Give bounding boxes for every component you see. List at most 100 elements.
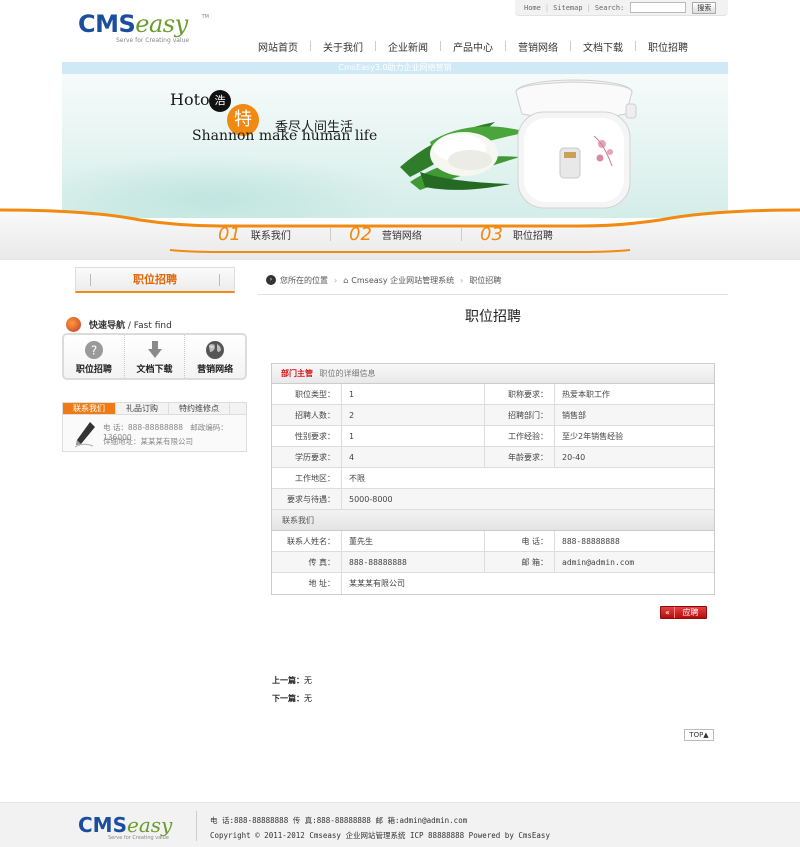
field-label: 工作地区： xyxy=(272,468,342,488)
contact-tab-repair[interactable]: 特约维修点 xyxy=(169,403,230,414)
field-value: 2 xyxy=(342,405,485,425)
field-label: 年龄要求： xyxy=(485,447,555,467)
field-label: 工作经验： xyxy=(485,426,555,446)
table-row: 性别要求： 1 工作经验： 至少2年销售经验 xyxy=(272,426,714,447)
contact-tab-contact[interactable]: 联系我们 xyxy=(63,403,116,414)
table-row: 传 真： 888-88888888 邮 箱： admin@admin.com xyxy=(272,552,714,573)
footer-logo-cms: CMS xyxy=(78,813,127,837)
breadcrumb: › 您所在的位置 › ⌂ Cmseasy 企业网站管理系统 › 职位招聘 xyxy=(266,272,728,288)
field-value: 1 xyxy=(342,384,485,404)
field-label: 招聘人数： xyxy=(272,405,342,425)
apply-button[interactable]: « 应聘 xyxy=(660,606,707,619)
sidebar-contact-box: 联系我们 礼品订购 特约维修点 电 话：888-88888888 邮政编码：13… xyxy=(62,402,247,452)
feature-tabs: 01 联系我们 02 营销网络 03 职位招聘 xyxy=(200,222,600,246)
quick-nav-item-downloads[interactable]: 文档下载 xyxy=(125,335,186,378)
globe-icon xyxy=(206,341,225,359)
search-input[interactable] xyxy=(630,2,687,13)
footer-logo-easy: easy xyxy=(126,813,173,837)
pen-icon xyxy=(74,422,95,448)
breadcrumb-current: 职位招聘 xyxy=(469,275,502,285)
feature-tab-jobs[interactable]: 03 职位招聘 xyxy=(462,224,592,245)
quick-nav-subtitle: / Fast find xyxy=(127,320,172,331)
footer-copyright-line: Copyright © 2011-2012 Cmseasy 企业网站管理系统 I… xyxy=(210,831,550,840)
logo-tagline: Serve for Creating value xyxy=(116,37,190,44)
site-logo[interactable]: CMSeasy TM Serve for Creating value xyxy=(78,12,213,50)
page-title: 职位招聘 xyxy=(465,309,521,325)
table-row: 招聘人数： 2 招聘部门： 销售部 xyxy=(272,405,714,426)
location-arrow-icon: › xyxy=(266,275,276,285)
field-value: 5000-8000 xyxy=(349,495,393,504)
table-row: 学历要求： 4 年龄要求： 20-40 xyxy=(272,447,714,468)
breadcrumb-site-link[interactable]: Cmseasy 企业网站管理系统 xyxy=(351,275,454,286)
field-value: 董先生 xyxy=(342,531,485,551)
field-value: 4 xyxy=(342,447,485,467)
logo-brand-cms: CMS xyxy=(78,10,136,38)
field-value: 1 xyxy=(342,426,485,446)
footer-divider xyxy=(196,811,197,841)
footer-logo[interactable]: CMSeasy Serve for Creating value xyxy=(78,815,172,841)
field-value: 至少2年销售经验 xyxy=(562,432,624,441)
footer-contact-line: 电 话:888-88888888 传 真:888-88888888 邮 箱:ad… xyxy=(210,816,468,825)
quick-nav-item-jobs[interactable]: ? 职位招聘 xyxy=(64,335,125,378)
prev-label: 上一篇： xyxy=(272,676,304,685)
home-link[interactable]: Home xyxy=(524,4,541,12)
feature-tab-contact[interactable]: 01 联系我们 xyxy=(200,224,330,245)
feature-tab-network[interactable]: 02 营销网络 xyxy=(331,224,461,245)
tab-label: 营销网络 xyxy=(381,230,422,242)
job-detail-table: 部门主管 职位的详细信息 职位类型： 1 职称要求： 热爱本职工作 招聘人数： … xyxy=(271,363,715,595)
next-label: 下一篇： xyxy=(272,694,304,703)
field-label: 电 话： xyxy=(485,531,555,551)
nav-item-home[interactable]: 网站首页 xyxy=(246,39,310,54)
apply-button-label: 应聘 xyxy=(682,608,699,617)
question-icon: ? xyxy=(84,341,103,359)
table-row: 职位类型： 1 职称要求： 热爱本职工作 xyxy=(272,384,714,405)
contact-phone: 电 话：888-88888888 xyxy=(103,423,184,432)
contact-tab-gifts[interactable]: 礼品订购 xyxy=(116,403,169,414)
field-label: 联系人姓名： xyxy=(272,531,342,551)
field-value: 热爱本职工作 xyxy=(562,390,610,399)
tab-number: 02 xyxy=(349,223,372,245)
svg-text:?: ? xyxy=(91,344,97,358)
nav-item-network[interactable]: 营销网络 xyxy=(506,39,570,54)
nav-item-products[interactable]: 产品中心 xyxy=(441,39,505,54)
logo-trademark: TM xyxy=(201,14,209,20)
banner-seal-hao: 浩 xyxy=(209,90,231,112)
marquee-text: CmsEasy3.0助力企业网络营销 xyxy=(62,62,728,74)
quick-nav-title-cn: 快速导航 xyxy=(89,320,126,331)
nav-item-downloads[interactable]: 文档下载 xyxy=(571,39,635,54)
quick-nav-item-network[interactable]: 营销网络 xyxy=(185,335,245,378)
nav-item-about[interactable]: 关于我们 xyxy=(311,39,375,54)
tab-number: 03 xyxy=(480,223,503,245)
search-label: Search: xyxy=(594,3,625,12)
separator: | xyxy=(544,3,550,12)
chevron-right-icon: › xyxy=(460,275,464,285)
job-header: 部门主管 职位的详细信息 xyxy=(272,364,714,384)
field-label: 传 真： xyxy=(272,552,342,572)
tab-label: 职位招聘 xyxy=(512,230,553,242)
nav-item-news[interactable]: 企业新闻 xyxy=(376,39,440,54)
job-department: 部门主管 xyxy=(281,369,313,378)
contact-section-heading: 联系我们 xyxy=(272,510,714,531)
breadcrumb-prefix: 您所在的位置 xyxy=(280,275,328,285)
rice-cooker-image xyxy=(515,79,637,209)
field-label: 职位类型： xyxy=(272,384,342,404)
prev-value: 无 xyxy=(304,676,312,685)
download-arrow-icon xyxy=(147,341,162,358)
tab-number: 01 xyxy=(218,223,241,245)
field-label: 性别要求： xyxy=(272,426,342,446)
contact-tabs: 联系我们 礼品订购 特约维修点 xyxy=(63,403,246,415)
field-label: 职称要求： xyxy=(485,384,555,404)
table-row: 工作地区： 不限 xyxy=(272,468,714,489)
sidebar-heading: 职位招聘 xyxy=(75,267,235,293)
tab-label: 联系我们 xyxy=(250,230,291,242)
nav-item-jobs[interactable]: 职位招聘 xyxy=(636,39,700,54)
field-value: 888-88888888 xyxy=(342,552,485,572)
search-button[interactable]: 搜索 xyxy=(692,1,717,14)
table-row: 地 址： 某某某有限公司 xyxy=(272,573,714,594)
next-article[interactable]: 下一篇：无 xyxy=(272,693,312,704)
sitemap-link[interactable]: Sitemap xyxy=(553,4,583,12)
prev-article[interactable]: 上一篇：无 xyxy=(272,675,312,686)
back-to-top-button[interactable]: TOP▲ xyxy=(684,729,714,741)
field-label: 要求与待遇： xyxy=(272,489,342,509)
separator: | xyxy=(586,3,591,12)
